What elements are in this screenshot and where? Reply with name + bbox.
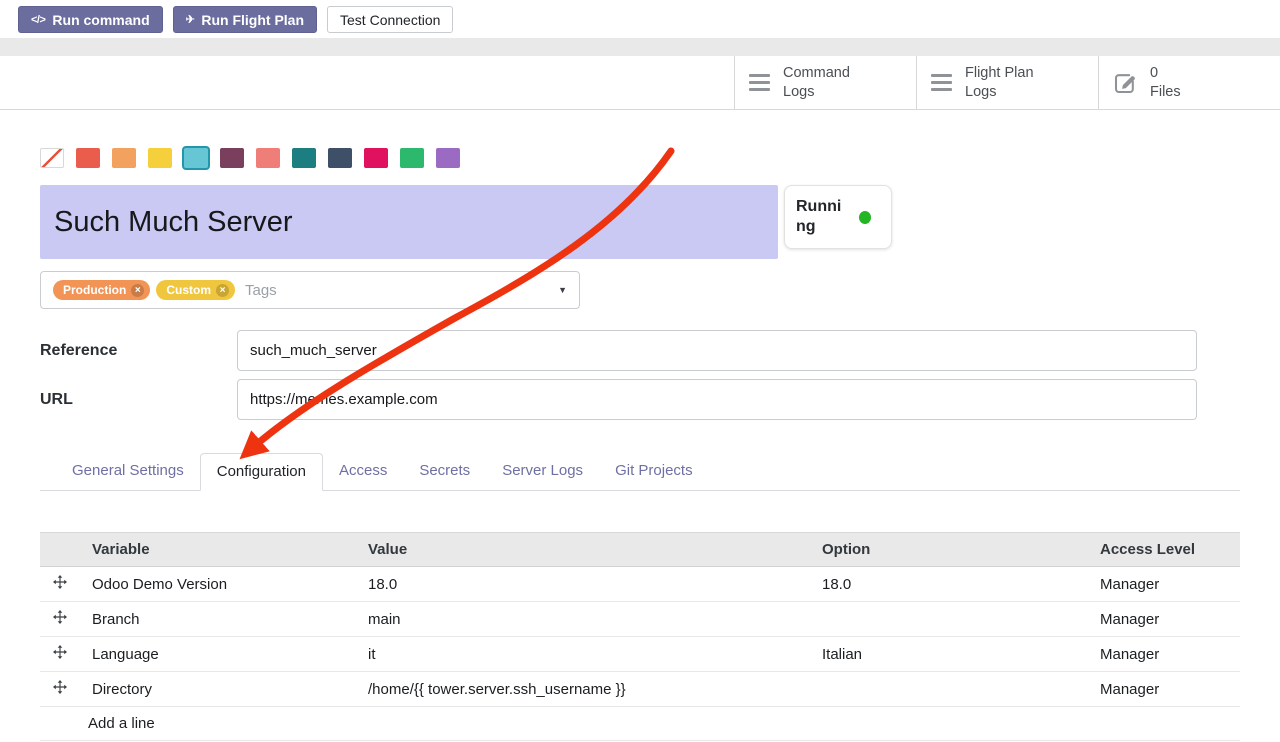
- color-swatch-orange[interactable]: [112, 148, 136, 168]
- url-input[interactable]: [237, 379, 1197, 420]
- drag-handle[interactable]: [40, 567, 80, 602]
- reference-field-row: Reference: [40, 330, 1240, 371]
- color-swatch-dark-blue[interactable]: [328, 148, 352, 168]
- cell-option[interactable]: [810, 602, 1088, 637]
- drag-handle[interactable]: [40, 602, 80, 637]
- files-count: 0: [1150, 64, 1181, 83]
- reference-label: Reference: [40, 342, 237, 360]
- reference-input[interactable]: [237, 330, 1197, 371]
- tag-custom: Custom ×: [156, 280, 235, 300]
- name-row: Running: [40, 185, 1240, 259]
- color-swatch-none[interactable]: [40, 148, 64, 168]
- list-icon: [749, 74, 770, 92]
- cell-access-level[interactable]: Manager: [1088, 637, 1240, 672]
- tag-production-label: Production: [63, 283, 126, 297]
- remove-tag-icon[interactable]: ×: [131, 284, 144, 297]
- table-row: Branch main Manager: [40, 602, 1240, 637]
- color-swatch-magenta[interactable]: [364, 148, 388, 168]
- color-swatch-yellow[interactable]: [148, 148, 172, 168]
- cell-value[interactable]: it: [356, 637, 810, 672]
- files-label: Files: [1150, 83, 1181, 102]
- table-header-row: Variable Value Option Access Level: [40, 533, 1240, 567]
- move-icon: [53, 610, 67, 624]
- color-swatch-teal[interactable]: [292, 148, 316, 168]
- tab-secrets[interactable]: Secrets: [403, 453, 486, 490]
- tags-placeholder: Tags: [245, 282, 277, 299]
- color-picker: [40, 148, 1240, 168]
- column-value: Value: [356, 533, 810, 567]
- cell-access-level[interactable]: Manager: [1088, 602, 1240, 637]
- run-flight-plan-label: Run Flight Plan: [201, 12, 304, 28]
- drag-handle[interactable]: [40, 637, 80, 672]
- test-connection-label: Test Connection: [340, 12, 440, 28]
- status-green-dot-icon: [859, 211, 871, 224]
- tab-general-settings[interactable]: General Settings: [56, 453, 200, 490]
- tab-server-logs[interactable]: Server Logs: [486, 453, 599, 490]
- run-command-button[interactable]: </> Run command: [18, 6, 163, 33]
- table-row: Language it Italian Manager: [40, 637, 1240, 672]
- chevron-down-icon[interactable]: ▼: [558, 285, 567, 295]
- handle-column-header: [40, 533, 80, 567]
- page-background-strip: [0, 38, 1280, 56]
- table-row: Odoo Demo Version 18.0 18.0 Manager: [40, 567, 1240, 602]
- color-swatch-purple[interactable]: [436, 148, 460, 168]
- edit-icon: [1113, 71, 1137, 95]
- tab-git-projects[interactable]: Git Projects: [599, 453, 709, 490]
- flight-plan-logs-label: Flight Plan Logs: [965, 64, 1057, 102]
- code-icon: </>: [31, 14, 45, 26]
- cell-variable[interactable]: Odoo Demo Version: [80, 567, 356, 602]
- cell-variable[interactable]: Branch: [80, 602, 356, 637]
- stat-button-row: Command Logs Flight Plan Logs 0 Files: [0, 56, 1280, 110]
- flight-plan-logs-button[interactable]: Flight Plan Logs: [916, 56, 1098, 109]
- url-label: URL: [40, 391, 237, 409]
- url-field-row: URL: [40, 379, 1240, 420]
- paper-plane-icon: ✈: [186, 13, 195, 26]
- move-icon: [53, 575, 67, 589]
- server-name-input[interactable]: [40, 185, 778, 259]
- column-access-level: Access Level: [1088, 533, 1240, 567]
- cell-option[interactable]: Italian: [810, 637, 1088, 672]
- remove-tag-icon[interactable]: ×: [216, 284, 229, 297]
- column-option: Option: [810, 533, 1088, 567]
- cell-value[interactable]: main: [356, 602, 810, 637]
- variables-table: Variable Value Option Access Level Odoo …: [40, 532, 1240, 741]
- run-command-label: Run command: [52, 12, 149, 28]
- tag-production: Production ×: [53, 280, 150, 300]
- table-row: Directory /home/{{ tower.server.ssh_user…: [40, 672, 1240, 707]
- cell-option[interactable]: 18.0: [810, 567, 1088, 602]
- cell-value[interactable]: 18.0: [356, 567, 810, 602]
- tag-custom-label: Custom: [166, 283, 211, 297]
- cell-variable[interactable]: Directory: [80, 672, 356, 707]
- color-swatch-dark-purple[interactable]: [220, 148, 244, 168]
- color-swatch-salmon[interactable]: [256, 148, 280, 168]
- move-icon: [53, 645, 67, 659]
- status-running-badge[interactable]: Running: [784, 185, 892, 249]
- cell-access-level[interactable]: Manager: [1088, 672, 1240, 707]
- files-button[interactable]: 0 Files: [1098, 56, 1280, 109]
- list-icon: [931, 74, 952, 92]
- color-swatch-green[interactable]: [400, 148, 424, 168]
- tab-configuration[interactable]: Configuration: [200, 453, 323, 491]
- status-label: Running: [796, 197, 850, 237]
- cell-variable[interactable]: Language: [80, 637, 356, 672]
- action-toolbar: </> Run command ✈ Run Flight Plan Test C…: [0, 0, 1280, 38]
- move-icon: [53, 680, 67, 694]
- add-a-line-link[interactable]: Add a line: [40, 707, 1240, 741]
- cell-access-level[interactable]: Manager: [1088, 567, 1240, 602]
- test-connection-button[interactable]: Test Connection: [327, 6, 453, 33]
- cell-value[interactable]: /home/{{ tower.server.ssh_username }}: [356, 672, 810, 707]
- command-logs-button[interactable]: Command Logs: [734, 56, 916, 109]
- color-swatch-cyan-selected[interactable]: [184, 148, 208, 168]
- color-swatch-red[interactable]: [76, 148, 100, 168]
- notebook-tabs: General Settings Configuration Access Se…: [40, 453, 1240, 491]
- add-line-row: Add a line: [40, 707, 1240, 741]
- tags-field[interactable]: Production × Custom × Tags ▼: [40, 271, 580, 309]
- command-logs-label: Command Logs: [783, 64, 875, 102]
- form-sheet: Running Production × Custom × Tags ▼ Ref…: [0, 148, 1280, 741]
- column-variable: Variable: [80, 533, 356, 567]
- run-flight-plan-button[interactable]: ✈ Run Flight Plan: [173, 6, 317, 33]
- tab-access[interactable]: Access: [323, 453, 403, 490]
- drag-handle[interactable]: [40, 672, 80, 707]
- cell-option[interactable]: [810, 672, 1088, 707]
